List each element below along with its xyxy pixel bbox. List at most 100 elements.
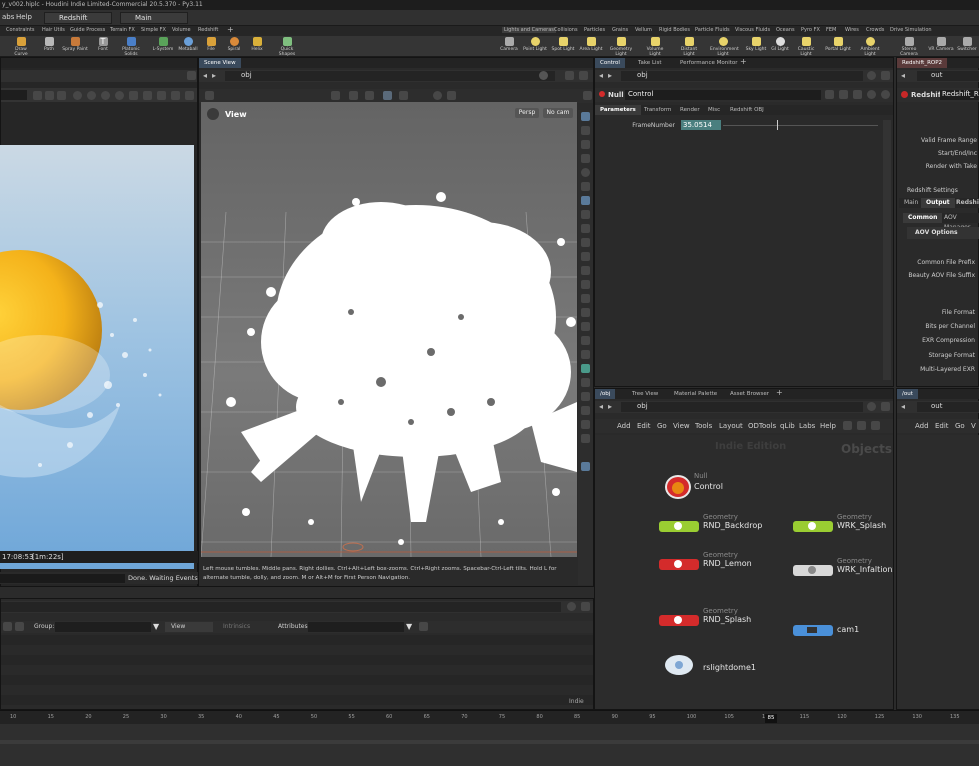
template-icon[interactable] — [581, 322, 590, 331]
spreadsheet-table[interactable] — [1, 635, 593, 709]
network-menu-add[interactable]: Add — [617, 422, 631, 430]
network-menu-layout[interactable]: Layout — [719, 422, 743, 430]
network-path-field[interactable]: obj — [621, 402, 863, 412]
node-cam1[interactable]: cam1 — [793, 623, 893, 637]
flip-icon[interactable] — [581, 392, 590, 401]
shelf-tab[interactable]: Rigid Bodies — [659, 27, 690, 33]
shelf-tab[interactable]: Constraints — [6, 27, 35, 33]
frame-number-slider[interactable] — [723, 125, 878, 126]
frame-number-slider-handle[interactable] — [777, 120, 779, 130]
shelf-tool-lsystem[interactable]: L-System — [150, 37, 176, 52]
aov-options-section[interactable]: AOV Options — [907, 227, 979, 239]
shelf-tool-distant-light[interactable]: Distant Light — [676, 37, 702, 57]
rop-path-field[interactable]: out — [917, 71, 979, 81]
tab-main[interactable]: Main — [899, 198, 923, 208]
shelf-tab[interactable]: Collisions — [554, 27, 578, 33]
transform-tool-icon[interactable] — [365, 91, 374, 100]
node-rslightdome1[interactable]: rslightdome1 — [659, 655, 779, 675]
light-icon[interactable] — [581, 196, 590, 205]
node-name-field[interactable]: Control — [625, 90, 821, 100]
shelf-tab[interactable]: Particle Fluids — [695, 27, 730, 33]
funnel-icon[interactable]: ▼ — [153, 622, 159, 631]
network-editor[interactable]: Indie Edition Objects Null Control Geome… — [595, 435, 893, 709]
rop-name-field[interactable]: Redshift_R — [940, 90, 979, 100]
network-menu-labs[interactable]: Labs — [799, 422, 815, 430]
lock-icon[interactable] — [33, 91, 42, 100]
pin-icon[interactable] — [867, 71, 876, 80]
network-tools-icon[interactable] — [857, 421, 866, 430]
out-path-field[interactable]: out — [917, 402, 979, 412]
viewport-3d[interactable]: View Persp No cam — [201, 102, 577, 557]
vertex-icon[interactable] — [581, 280, 590, 289]
shelf-tab[interactable]: Pyro FX — [801, 27, 820, 33]
pin-icon[interactable] — [567, 602, 576, 611]
location-pin-icon[interactable] — [581, 462, 590, 471]
filter-icon[interactable] — [15, 622, 24, 631]
pane-menu-icon[interactable] — [581, 602, 590, 611]
desktop-dropdown[interactable]: Redshift — [44, 12, 112, 24]
shelf-tool-ambient-light[interactable]: Ambient Light — [857, 37, 883, 57]
color-icon[interactable] — [157, 91, 166, 100]
shelf-tool-draw-curve[interactable]: Draw Curve — [8, 37, 34, 57]
settings-icon[interactable] — [185, 91, 194, 100]
shelf-tool-gi-light[interactable]: GI Light — [767, 37, 793, 52]
uv-icon[interactable] — [581, 294, 590, 303]
shelf-tool-font[interactable]: T Font — [90, 37, 116, 52]
shelf-tab[interactable]: Oceans — [776, 27, 795, 33]
out-menu-view[interactable]: V — [971, 422, 976, 430]
menu-item-help[interactable]: Help — [16, 13, 32, 21]
wrench-icon[interactable] — [843, 421, 852, 430]
bg-icon[interactable] — [581, 168, 590, 177]
grid-icon[interactable] — [57, 91, 66, 100]
shelf-tab[interactable]: Vellum — [635, 27, 652, 33]
shelf-tool-vr-camera[interactable]: VR Camera — [928, 37, 954, 52]
network-menu-help[interactable]: Help — [820, 422, 836, 430]
network-menu-go[interactable]: Go — [657, 422, 667, 430]
shelf-tab[interactable]: Viscous Fluids — [735, 27, 770, 33]
frame-number-field[interactable]: 35.0514 — [681, 120, 721, 130]
tab-output[interactable]: Output — [921, 198, 955, 208]
layout-icon[interactable] — [871, 421, 880, 430]
back-arrow-icon[interactable]: ◂ — [599, 402, 603, 411]
persp-menu[interactable]: Persp — [515, 108, 539, 118]
current-frame-indicator[interactable]: 85 — [765, 714, 777, 723]
node-rnd-backdrop[interactable]: Geometry RND_Backdrop — [659, 513, 779, 533]
shelf-tool-switcher[interactable]: Switcher — [954, 37, 979, 52]
tab-misc[interactable]: Misc — [703, 105, 725, 115]
numbers-icon[interactable] — [581, 266, 590, 275]
wireframe-icon[interactable] — [581, 126, 590, 135]
spreadsheet-path-field[interactable] — [1, 602, 561, 612]
shelf-tool-platonic[interactable]: Platonic Solids — [118, 37, 144, 57]
shelf-tab[interactable]: Drive Simulation — [890, 27, 932, 33]
context-dropdown[interactable]: Main — [120, 12, 188, 24]
shelf-tool-sky-light[interactable]: Sky Light — [743, 37, 769, 52]
network-menu-view[interactable]: View — [673, 422, 690, 430]
shelf-tool-area-light[interactable]: Area Light — [578, 37, 604, 52]
scene-path-field[interactable]: obj — [225, 71, 555, 81]
timeline-bar[interactable]: 10 15 20 25 30 35 40 45 50 55 60 65 70 75 80 85 90 95 100 1… — [0, 710, 979, 724]
help-icon[interactable] — [867, 90, 876, 99]
visualizer-icon[interactable] — [581, 350, 590, 359]
forward-arrow-icon[interactable]: ▸ — [212, 71, 216, 80]
range-slider[interactable] — [0, 740, 979, 744]
shelf-tool-helix[interactable]: Helix — [244, 37, 270, 52]
stop-icon[interactable] — [101, 91, 110, 100]
prim-icon[interactable] — [581, 308, 590, 317]
out-menu-go[interactable]: Go — [955, 422, 965, 430]
tab-asset-browser[interactable]: Asset Browser — [725, 389, 774, 399]
normals-icon[interactable] — [581, 252, 590, 261]
region-icon[interactable] — [45, 91, 54, 100]
menu-item-abs[interactable]: abs — [2, 13, 14, 21]
snapshot-icon[interactable] — [73, 91, 82, 100]
layer-icon[interactable] — [581, 364, 590, 373]
attr-class-icon[interactable] — [3, 622, 12, 631]
tab-redshift-obj[interactable]: Redshift OBJ — [725, 105, 769, 115]
node-rnd-splash[interactable]: Geometry RND_Splash — [659, 607, 779, 627]
out-menu-edit[interactable]: Edit — [935, 422, 949, 430]
render-selector[interactable] — [1, 90, 27, 100]
shelf-tool-geometry-light[interactable]: Geometry Light — [608, 37, 634, 57]
tab-performance-monitor[interactable]: Performance Monitor — [675, 58, 743, 68]
tab-aov-manager[interactable]: AOV Manager — [939, 213, 979, 231]
node-wrk-splash[interactable]: Geometry WRK_Splash — [793, 513, 893, 533]
display-options-icon[interactable] — [205, 91, 214, 100]
